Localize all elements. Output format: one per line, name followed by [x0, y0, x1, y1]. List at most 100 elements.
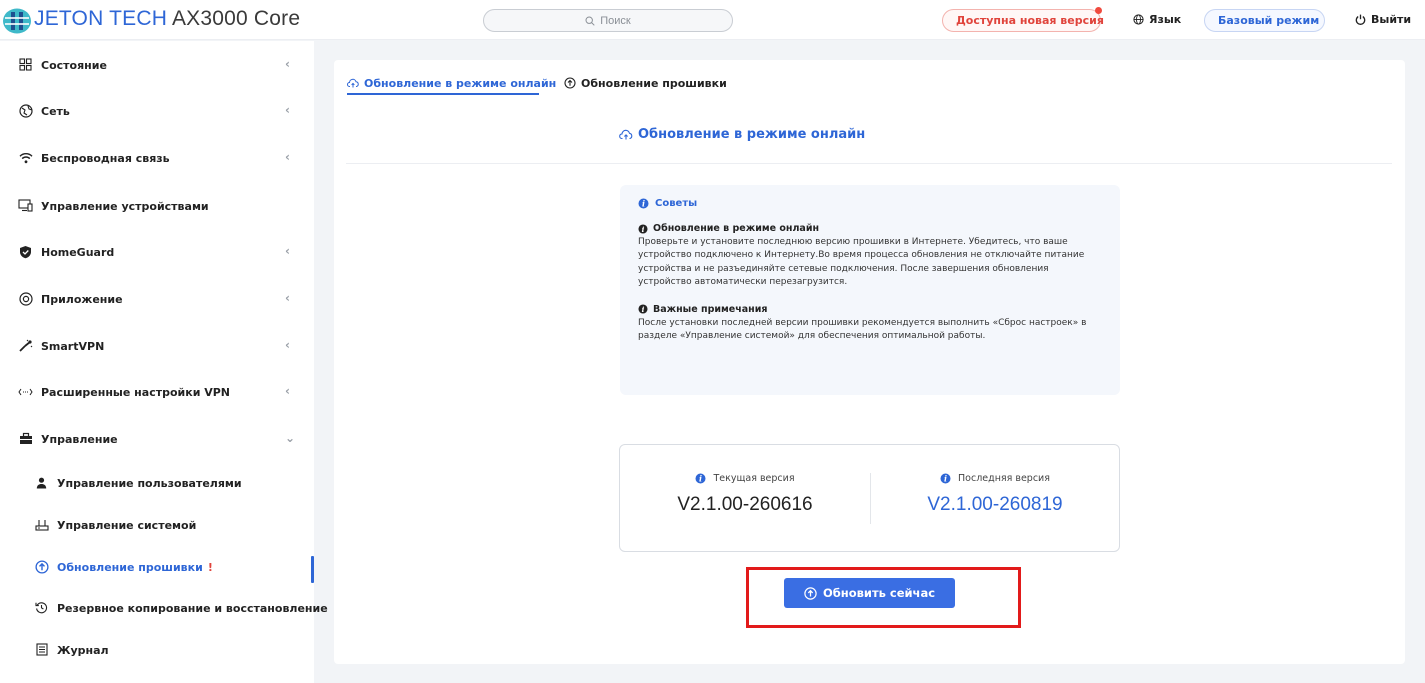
svg-text:i: i [642, 199, 645, 209]
latest-version-label: i Последняя версия [870, 473, 1120, 484]
toolbox-icon [18, 431, 33, 446]
logout-button[interactable]: Выйти [1355, 13, 1411, 26]
sidebar-item-label: Управление системой [57, 518, 197, 532]
basic-mode-button[interactable]: Базовый режим [1204, 9, 1325, 32]
sidebar-item-homeguard[interactable]: HomeGuard ‹ [0, 232, 314, 272]
update-available-label: Доступна новая версия [956, 14, 1104, 27]
current-version: i Текущая версия V2.1.00-260616 [620, 473, 870, 516]
info-icon: i [695, 473, 706, 484]
chevron-left-icon: ‹ [285, 338, 290, 352]
arrows-icon [18, 384, 33, 399]
tab-active-underline [347, 93, 539, 95]
shield-icon [18, 244, 33, 259]
tip-online-title-text: Обновление в режиме онлайн [653, 223, 820, 234]
user-icon [34, 475, 49, 490]
latest-version-label-text: Последняя версия [958, 473, 1050, 484]
section-title: Обновление в режиме онлайн [619, 127, 865, 142]
basic-mode-label: Базовый режим [1218, 14, 1320, 27]
sidebar-subitem-firmware[interactable]: Обновление прошивки! [0, 547, 314, 587]
sidebar-item-label: Управление [41, 432, 118, 446]
sidebar-item-label: Беспроводная связь [41, 151, 170, 165]
info-icon: i [940, 473, 951, 484]
cloud-upload-icon [347, 78, 359, 88]
tip-notes-text: После установки последней версии прошивк… [638, 317, 1087, 342]
latest-version: i Последняя версия V2.1.00-260819 [870, 473, 1120, 516]
sidebar-item-label: Расширенные настройки VPN [41, 385, 231, 399]
restore-icon [34, 600, 49, 615]
chevron-down-icon: ⌄ [285, 431, 296, 445]
sidebar-subitem-log[interactable]: Журнал [0, 630, 314, 670]
tip-notes-title-text: Важные примечания [653, 303, 768, 315]
sidebar-item-label: Резервное копирование и восстановление [57, 601, 328, 615]
sidebar-item-network[interactable]: Сеть ‹ [0, 91, 314, 131]
version-card: i Текущая версия V2.1.00-260616 i Послед… [619, 444, 1120, 552]
app-icon [18, 291, 33, 306]
upload-circle-icon [804, 586, 817, 600]
sidebar-subitem-backup[interactable]: Резервное копирование и восстановление [0, 588, 328, 628]
section-title-text: Обновление в режиме онлайн [638, 127, 866, 142]
update-now-button[interactable]: Обновить сейчас [784, 578, 955, 608]
sidebar-subitem-system[interactable]: Управление системой [0, 505, 314, 545]
power-icon [1355, 14, 1366, 25]
svg-text:i: i [642, 305, 645, 314]
wifi-icon [18, 150, 33, 165]
sidebar-item-label: Приложение [41, 292, 123, 306]
svg-text:i: i [699, 474, 702, 484]
chevron-left-icon: ‹ [285, 57, 290, 71]
tab-firmware-label: Обновление прошивки [581, 76, 727, 90]
sidebar-item-label: Обновление прошивки! [57, 561, 213, 574]
main-panel: Обновление в режиме онлайн Обновление пр… [334, 60, 1405, 664]
language-button[interactable]: Язык [1133, 13, 1181, 26]
active-indicator [311, 556, 314, 583]
globe-icon [18, 103, 33, 118]
sidebar-item-label: HomeGuard [41, 245, 115, 259]
globe-icon [1133, 14, 1144, 25]
chevron-left-icon: ‹ [285, 244, 290, 258]
cloud-upload-icon [619, 129, 633, 140]
svg-text:i: i [944, 474, 947, 484]
sidebar-item-label: SmartVPN [41, 339, 105, 353]
tips-heading: i Советы [638, 198, 1102, 209]
tip-online-title: i Обновление в режиме онлайн [638, 223, 1102, 234]
chevron-left-icon: ‹ [285, 291, 290, 305]
top-header: JETON TECH AX3000 Core Поиск Доступна но… [0, 0, 1425, 40]
svg-text:i: i [642, 224, 645, 233]
sidebar-item-label: Состояние [41, 58, 107, 72]
update-available-button[interactable]: Доступна новая версия [942, 7, 1104, 32]
sidebar-item-label: Управление пользователями [57, 476, 242, 490]
brand-title: JETON TECH AX3000 Core [34, 7, 300, 31]
sidebar-item-wireless[interactable]: Беспроводная связь ‹ [0, 138, 314, 178]
sidebar-item-label: Сеть [41, 104, 70, 118]
search-placeholder: Поиск [600, 14, 631, 27]
brand-logo-icon [3, 8, 31, 34]
chevron-left-icon: ‹ [285, 103, 290, 117]
chevron-left-icon: ‹ [285, 150, 290, 164]
sidebar-item-devices[interactable]: Управление устройствами [0, 186, 314, 226]
model-name: AX3000 Core [171, 7, 301, 30]
tip-online-text: Проверьте и установите последнюю версию … [638, 237, 1085, 288]
sidebar: Состояние ‹ Сеть ‹ Беспроводная связь ‹ … [0, 41, 328, 683]
sidebar-item-management[interactable]: Управление ⌄ [0, 419, 314, 459]
sidebar-item-label: Управление устройствами [41, 199, 209, 213]
sidebar-item-apps[interactable]: Приложение ‹ [0, 279, 314, 319]
sidebar-item-status[interactable]: Состояние ‹ [0, 45, 314, 85]
current-version-value: V2.1.00-260616 [677, 494, 813, 515]
info-icon: i [638, 223, 648, 233]
current-version-label: i Текущая версия [620, 473, 870, 484]
devices-icon [18, 198, 33, 213]
upload-icon [34, 559, 49, 574]
sidebar-item-vpn-advanced[interactable]: Расширенные настройки VPN ‹ [0, 372, 314, 412]
search-input[interactable]: Поиск [483, 9, 733, 32]
sidebar-item-smartvpn[interactable]: SmartVPN ‹ [0, 326, 314, 366]
brand-name: JETON TECH [34, 7, 168, 30]
dashboard-icon [18, 57, 33, 72]
sidebar-item-label: Журнал [57, 643, 109, 657]
sidebar-subitem-users[interactable]: Управление пользователями [0, 463, 314, 503]
tab-firmware-update[interactable]: Обновление прошивки [564, 70, 727, 96]
language-label: Язык [1149, 13, 1182, 26]
info-icon: i [638, 304, 648, 314]
firmware-label: Обновление прошивки [57, 560, 203, 574]
tips-box: i Советы i Обновление в режиме онлайн Пр… [620, 185, 1120, 395]
tip-notes-title: i Важные примечания [638, 304, 1102, 315]
system-icon [34, 517, 49, 532]
